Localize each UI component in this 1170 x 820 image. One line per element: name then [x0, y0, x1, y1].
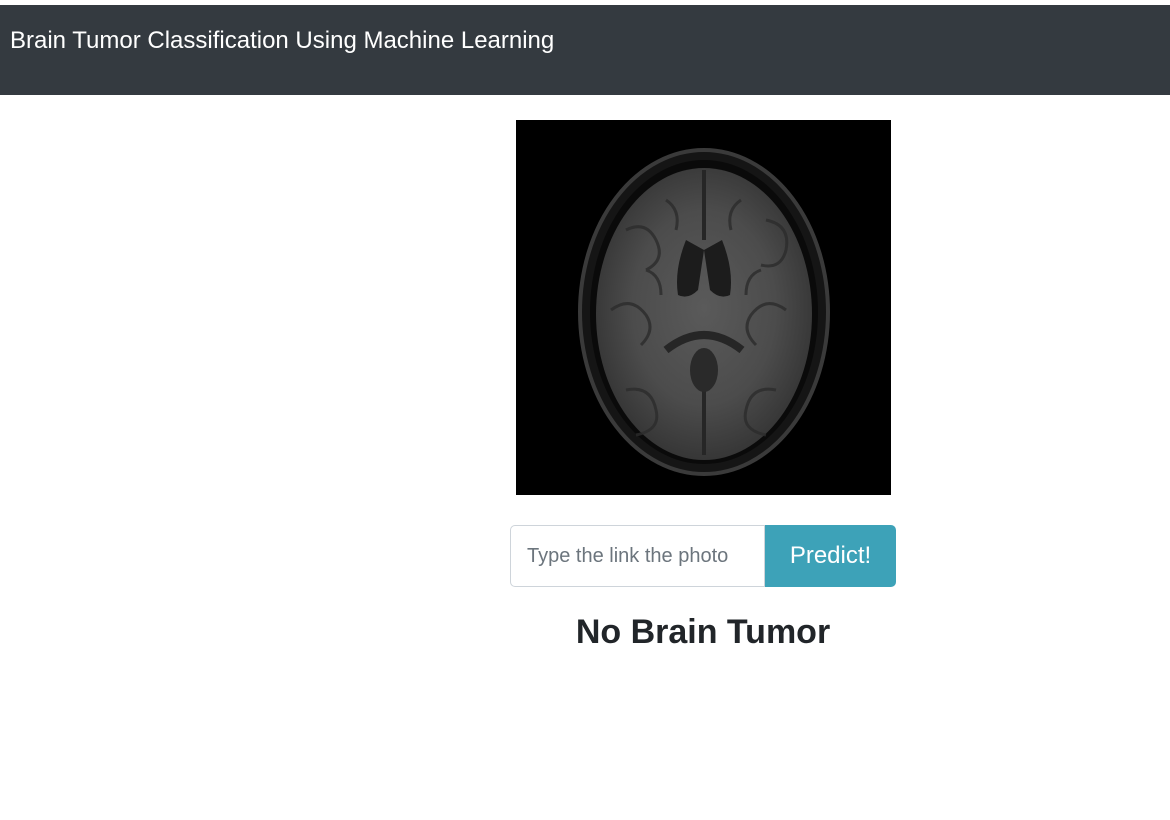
- predict-form: Predict!: [510, 525, 896, 587]
- navbar: Brain Tumor Classification Using Machine…: [0, 5, 1170, 95]
- brain-scan-graphic: [516, 120, 891, 495]
- navbar-brand[interactable]: Brain Tumor Classification Using Machine…: [10, 27, 554, 55]
- prediction-result: No Brain Tumor: [575, 613, 831, 651]
- brain-mri-image: [516, 120, 891, 495]
- image-url-input[interactable]: [510, 525, 765, 587]
- predict-button[interactable]: Predict!: [765, 525, 896, 587]
- main-content: Predict! No Brain Tumor: [0, 95, 1170, 820]
